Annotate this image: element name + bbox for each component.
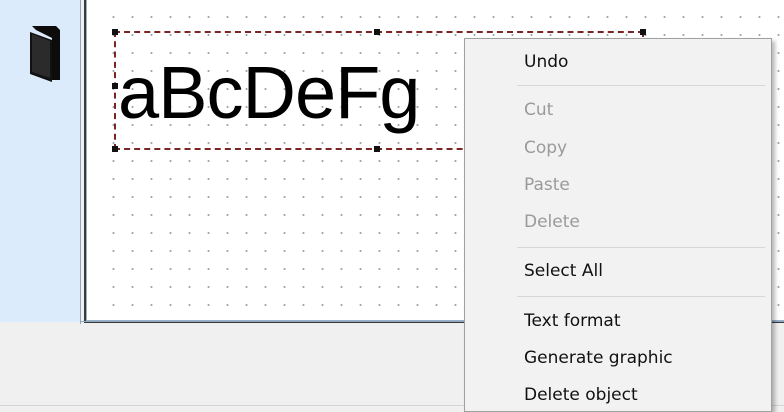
menu-separator (517, 247, 765, 248)
text-object-content: aBcDeFg (118, 51, 420, 134)
menu-item-text-format[interactable]: Text format (465, 304, 771, 338)
menu-separator (517, 85, 765, 86)
left-panel (0, 0, 81, 322)
menu-item-generate-graphic[interactable]: Generate graphic (465, 341, 771, 375)
resize-handle-top-right[interactable] (640, 29, 646, 35)
menu-item-delete: Delete (524, 212, 580, 232)
context-menu: Undo Cut Copy Paste Delete Select All Te… (464, 38, 772, 412)
resize-handle-bottom-middle[interactable] (374, 146, 380, 152)
resize-handle-top-left[interactable] (112, 29, 118, 35)
resize-handle-top-middle[interactable] (374, 29, 380, 35)
menu-item-paste: Paste (524, 175, 570, 195)
resize-handle-bottom-left[interactable] (112, 146, 118, 152)
menu-item-delete-object[interactable]: Delete object (465, 378, 771, 412)
canvas-border-line (80, 0, 81, 324)
menu-item-copy: Copy (524, 138, 568, 158)
menu-separator (517, 296, 765, 297)
menu-item-undo[interactable]: Undo (465, 45, 771, 79)
phone-device-icon[interactable] (22, 24, 68, 84)
menu-item-cut: Cut (524, 100, 554, 120)
menu-item-select-all[interactable]: Select All (465, 254, 771, 288)
